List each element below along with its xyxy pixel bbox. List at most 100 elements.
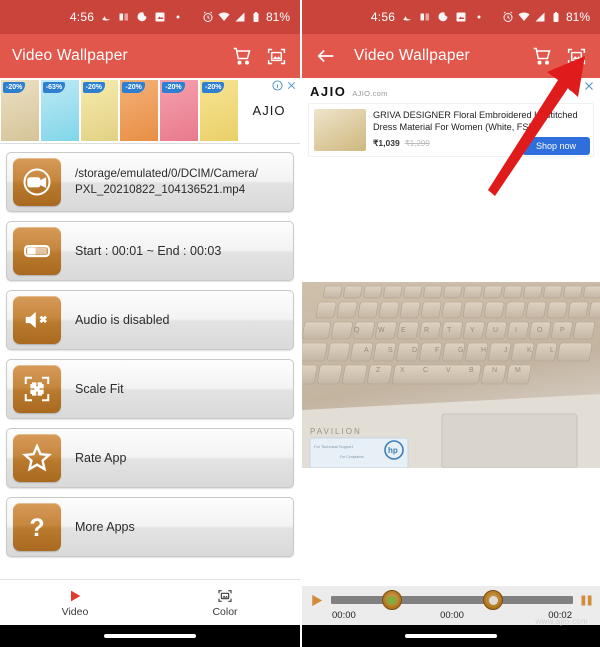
video-preview-frame[interactable]: Q W E R T Y U I O P A S D F G H J K L Z X C V B N M PAVILIO… bbox=[302, 281, 600, 468]
set-wallpaper-icon[interactable] bbox=[264, 44, 288, 68]
battery-percent: 81% bbox=[565, 10, 590, 24]
star-icon bbox=[13, 434, 61, 482]
list-item-label: More Apps bbox=[75, 519, 135, 534]
svg-text:F: F bbox=[435, 347, 439, 354]
discount-badge: -20% bbox=[82, 82, 105, 93]
ad-thumbnail[interactable]: -20% bbox=[160, 80, 199, 141]
ad-thumbnail[interactable]: -20% bbox=[1, 80, 39, 141]
dot-icon bbox=[477, 15, 481, 19]
back-arrow-icon[interactable] bbox=[314, 44, 338, 68]
page-title: Video Wallpaper bbox=[12, 47, 128, 64]
photo-notification-icon bbox=[456, 12, 466, 22]
player-row bbox=[308, 590, 594, 610]
list-item-scale[interactable]: Scale Fit bbox=[6, 359, 294, 419]
svg-text:V: V bbox=[446, 367, 451, 374]
nav-item-color[interactable]: Color bbox=[150, 588, 300, 618]
info-icon[interactable] bbox=[272, 80, 283, 91]
list-item-label: Audio is disabled bbox=[75, 312, 170, 327]
svg-text:W: W bbox=[378, 327, 385, 334]
svg-text:U: U bbox=[493, 327, 498, 334]
ad-card[interactable]: AJIO AJIO.com GRIVA DESIGNER Floral Embr… bbox=[302, 78, 600, 163]
scale-fit-icon bbox=[13, 365, 61, 413]
status-bar-time: 4:56 bbox=[69, 10, 95, 24]
shopping-cart-icon[interactable] bbox=[530, 44, 554, 68]
gesture-pill[interactable] bbox=[405, 634, 497, 638]
bottom-navigation: Video Color bbox=[0, 579, 300, 625]
signal-icon bbox=[535, 12, 545, 22]
svg-text:Q: Q bbox=[354, 327, 360, 334]
ad-product-title: GRIVA DESIGNER Floral Embroidered Unstit… bbox=[373, 110, 578, 133]
cast-icon bbox=[420, 13, 430, 21]
svg-text:I: I bbox=[515, 327, 517, 334]
discount-badge: -20% bbox=[3, 82, 26, 93]
do-not-disturb-icon bbox=[438, 12, 448, 22]
svg-text:K: K bbox=[527, 347, 532, 354]
battery-icon bbox=[553, 12, 559, 22]
svg-text:X: X bbox=[400, 367, 405, 374]
right-screen: 4:56 81% Video Wallpaper AJIO AJIO.com G… bbox=[300, 0, 600, 647]
svg-text:D: D bbox=[412, 347, 417, 354]
photo-notification-icon bbox=[155, 12, 165, 22]
close-icon[interactable] bbox=[286, 80, 297, 91]
trim-end-handle[interactable] bbox=[483, 590, 504, 610]
trim-start-handle[interactable] bbox=[381, 590, 402, 610]
svg-text:H: H bbox=[481, 347, 486, 354]
list-item-trim-range[interactable]: Start : 00:01 ~ End : 00:03 bbox=[6, 221, 294, 281]
svg-text:P: P bbox=[560, 327, 565, 334]
status-bar-right: 81% bbox=[502, 0, 590, 34]
ad-header: AJIO AJIO.com bbox=[308, 82, 594, 103]
svg-text:A: A bbox=[364, 347, 369, 354]
svg-text:PAVILION: PAVILION bbox=[310, 427, 362, 436]
list-item-more-apps[interactable]: ? More Apps bbox=[6, 497, 294, 557]
seek-track[interactable] bbox=[331, 596, 573, 604]
list-item-video-path[interactable]: /storage/emulated/0/DCIM/Camera/ PXL_202… bbox=[6, 152, 294, 212]
app-toolbar: Video Wallpaper bbox=[0, 34, 300, 78]
wifi-icon bbox=[218, 12, 230, 21]
list-item-label: Scale Fit bbox=[75, 381, 124, 396]
ad-thumbnail[interactable]: -20% bbox=[200, 80, 238, 141]
play-icon[interactable] bbox=[308, 592, 325, 609]
dot-icon bbox=[176, 15, 180, 19]
nav-item-video[interactable]: Video bbox=[0, 588, 150, 618]
close-icon[interactable] bbox=[583, 80, 595, 92]
do-not-disturb-icon bbox=[137, 12, 147, 22]
list-item-rate-app[interactable]: Rate App bbox=[6, 428, 294, 488]
discount-badge: -63% bbox=[42, 82, 66, 93]
list-item-label: /storage/emulated/0/DCIM/Camera/ PXL_202… bbox=[75, 166, 258, 197]
notification-icon bbox=[403, 16, 412, 21]
laptop-keyboard-photo: Q W E R T Y U I O P A S D F G H J K L Z X C V B N M PAVILIO… bbox=[302, 281, 600, 468]
discount-badge: -20% bbox=[162, 82, 185, 93]
ad-banner[interactable]: -20% -63% -20% -20% -20% -20% AJIO bbox=[0, 78, 300, 144]
svg-text:M: M bbox=[515, 367, 521, 374]
list-item-label: Start : 00:01 ~ End : 00:03 bbox=[75, 243, 222, 258]
page-title: Video Wallpaper bbox=[354, 47, 470, 64]
nav-label: Color bbox=[212, 605, 238, 618]
signal-icon bbox=[235, 12, 245, 22]
svg-text:T: T bbox=[447, 327, 452, 334]
ad-thumbnail-strip[interactable]: -20% -63% -20% -20% -20% -20% bbox=[0, 78, 238, 143]
set-wallpaper-icon[interactable] bbox=[564, 44, 588, 68]
pause-icon[interactable] bbox=[579, 592, 594, 609]
gesture-pill[interactable] bbox=[104, 634, 196, 638]
shop-now-button[interactable]: Shop now bbox=[521, 137, 590, 155]
shopping-cart-icon[interactable] bbox=[230, 44, 254, 68]
trim-seekbar[interactable] bbox=[331, 590, 573, 610]
ad-thumbnail[interactable]: -20% bbox=[80, 80, 119, 141]
ad-controls[interactable] bbox=[272, 80, 297, 91]
left-screen: 4:56 81% Video Wallpaper -20% -63% -20% … bbox=[0, 0, 300, 647]
gesture-bar bbox=[302, 625, 600, 647]
color-frame-icon bbox=[218, 589, 232, 602]
trim-range-icon bbox=[13, 227, 61, 275]
video-preview-area[interactable]: Q W E R T Y U I O P A S D F G H J K L Z X C V B N M PAVILIO… bbox=[302, 163, 600, 586]
list-item-audio[interactable]: Audio is disabled bbox=[6, 290, 294, 350]
ad-brand-label: AJIO bbox=[310, 84, 347, 99]
ad-thumbnail[interactable]: -63% bbox=[40, 80, 79, 141]
svg-text:O: O bbox=[537, 327, 543, 334]
video-player-controls[interactable]: 00:00 00:00 00:02 www.ajio.com bbox=[302, 586, 600, 626]
info-icon[interactable] bbox=[567, 80, 579, 92]
discount-badge: -20% bbox=[122, 82, 145, 93]
video-path-line1: /storage/emulated/0/DCIM/Camera/ bbox=[75, 167, 258, 181]
ad-controls[interactable] bbox=[567, 80, 595, 92]
svg-text:L: L bbox=[550, 347, 554, 354]
ad-thumbnail[interactable]: -20% bbox=[120, 80, 159, 141]
